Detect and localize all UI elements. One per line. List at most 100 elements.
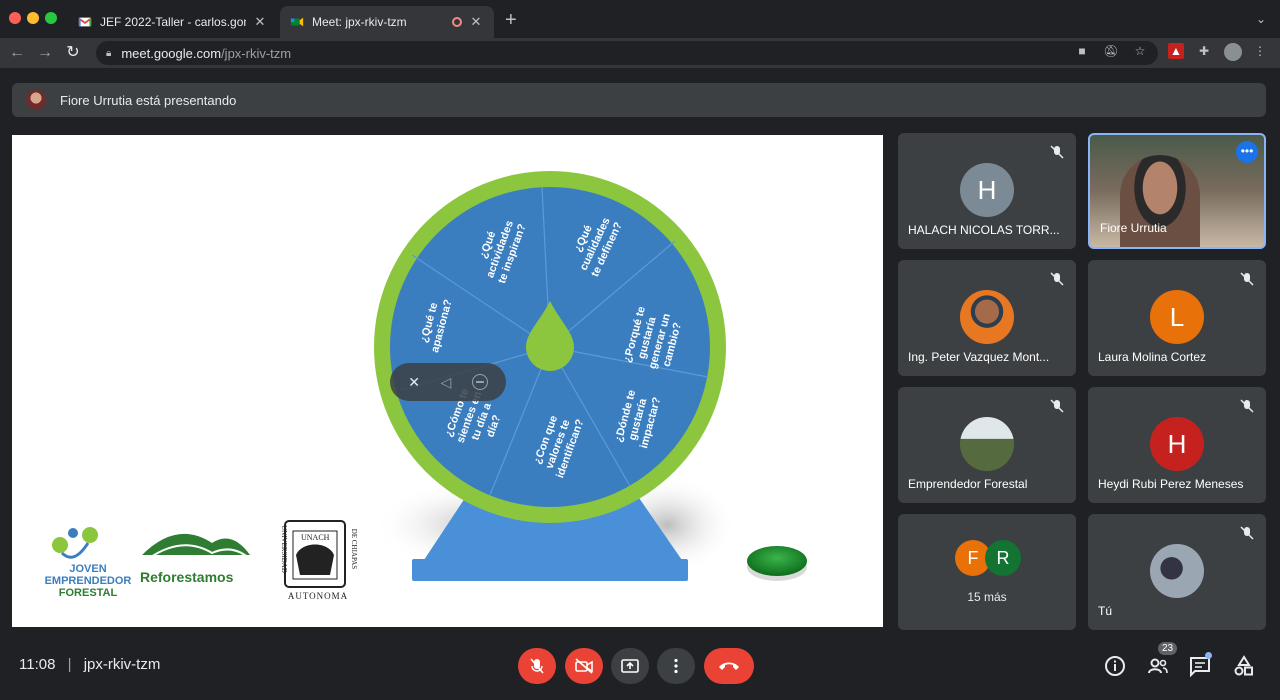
mic-off-icon[interactable]: ✕: [408, 374, 420, 391]
presenting-text: Fiore Urrutia está presentando: [60, 92, 237, 108]
tab-search-icon[interactable]: ⌄: [1256, 12, 1266, 26]
mic-off-icon: [1240, 272, 1254, 286]
present-icon: [621, 659, 639, 673]
window-maximize-button[interactable]: [45, 12, 57, 24]
tab-title: JEF 2022-Taller - carlos.gonzalez: [100, 15, 246, 29]
avatar: H: [1150, 417, 1204, 471]
activities-icon[interactable]: [1232, 654, 1256, 678]
participant-name: Heydi Rubi Perez Meneses: [1098, 477, 1244, 491]
address-bar[interactable]: 🔒︎ meet.google.com /jpx-rkiv-tzm: [96, 41, 1158, 65]
toggle-mic-button[interactable]: [518, 648, 556, 684]
self-tile[interactable]: Tú: [1088, 514, 1266, 630]
meeting-details-icon[interactable]: [1103, 654, 1127, 678]
camera-permission-icon[interactable]: ■: [1074, 43, 1090, 59]
forward-icon[interactable]: →: [35, 43, 55, 63]
unach-right-text: DE CHIAPAS: [350, 528, 358, 570]
new-tab-button[interactable]: +: [505, 10, 517, 30]
presenting-banner: Fiore Urrutia está presentando: [12, 83, 1266, 117]
recording-icon: [452, 17, 462, 27]
avatar: L: [1150, 290, 1204, 344]
participant-tile-active-speaker[interactable]: ••• Fiore Urrutia: [1088, 133, 1266, 249]
avatar: [960, 417, 1014, 471]
leave-call-button[interactable]: [704, 648, 754, 684]
participant-name: Tú: [1098, 604, 1113, 618]
wheel-base: [412, 559, 688, 581]
profile-avatar[interactable]: [1224, 43, 1242, 61]
participant-tile[interactable]: L Laura Molina Cortez: [1088, 260, 1266, 376]
meeting-info: 11:08 | jpx-rkiv-tzm: [19, 656, 160, 673]
gmail-icon: [78, 17, 92, 27]
separator: |: [67, 656, 72, 673]
unach-seal-logo: [284, 520, 346, 588]
more-count: 15 más: [967, 590, 1007, 604]
browser-tab-strip: JEF 2022-Taller - carlos.gonzalez ✕ Meet…: [0, 0, 1280, 38]
jef-logo-graphic: [52, 527, 98, 559]
participant-name: Laura Molina Cortez: [1098, 350, 1207, 364]
reforestamos-logo-graphic: [142, 533, 253, 562]
avatar: H: [960, 163, 1014, 217]
window-minimize-button[interactable]: [27, 12, 39, 24]
audio-off-icon[interactable]: ◁: [440, 374, 451, 391]
presenter-overlay-controls: ✕ ◁: [390, 363, 506, 401]
people-count-badge: 23: [1158, 642, 1178, 655]
jef-logo-text: JOVEN EMPRENDEDOR FORESTAL: [38, 563, 138, 599]
jef-line: FORESTAL: [58, 587, 118, 599]
remove-icon[interactable]: [471, 374, 488, 390]
participant-name: Emprendedor Forestal: [908, 477, 1028, 491]
participant-name: HALACH NICOLAS TORR...: [908, 223, 1060, 237]
unach-top-text: UNACH: [301, 533, 330, 542]
unach-bottom-text: AUTONOMA: [287, 591, 349, 601]
unach-left-text: UNIVERSIDAD: [280, 525, 288, 573]
mic-off-icon: [1050, 399, 1064, 413]
present-screen-button[interactable]: [611, 648, 649, 684]
back-icon[interactable]: ←: [7, 43, 27, 63]
reload-icon[interactable]: ↻: [63, 43, 83, 63]
extensions-puzzle-icon[interactable]: ✚: [1196, 43, 1212, 59]
meet-icon: [290, 17, 304, 27]
participant-tile[interactable]: H HALACH NICOLAS TORR...: [898, 133, 1076, 249]
extension-icon[interactable]: ▲: [1168, 43, 1184, 59]
spin-button[interactable]: [747, 546, 807, 576]
meeting-controls-bar: 11:08 | jpx-rkiv-tzm 23: [0, 636, 1280, 700]
notifications-off-icon[interactable]: 🔕︎: [1103, 43, 1119, 59]
lock-icon: 🔒︎: [106, 47, 112, 59]
people-icon[interactable]: [1146, 654, 1170, 678]
window-close-button[interactable]: [9, 12, 21, 24]
more-vert-icon: [674, 658, 678, 674]
avatar: [960, 290, 1014, 344]
mic-off-icon: [1240, 399, 1254, 413]
toggle-camera-button[interactable]: [565, 648, 603, 684]
presentation-slide: ¿Quéactividadeste inspiran? ¿Quécualidad…: [12, 135, 883, 627]
participant-name: Fiore Urrutia: [1100, 221, 1167, 235]
url-path: /jpx-rkiv-tzm: [221, 45, 292, 61]
mic-off-icon: [1240, 526, 1254, 540]
reforestamos-logo-text: Reforestamos: [140, 569, 234, 585]
avatar: R: [985, 540, 1021, 576]
chat-notification-dot: [1205, 652, 1212, 659]
close-tab-icon[interactable]: ✕: [468, 14, 484, 30]
participant-tile[interactable]: Emprendedor Forestal: [898, 387, 1076, 503]
mic-off-icon: [1050, 272, 1064, 286]
mic-off-icon: [1050, 145, 1064, 159]
more-options-button[interactable]: •••: [1236, 141, 1258, 163]
camera-off-icon: [575, 658, 593, 674]
tab-meet[interactable]: Meet: jpx-rkiv-tzm ✕: [280, 6, 494, 38]
more-options-button[interactable]: [657, 648, 695, 684]
more-participants-tile[interactable]: F R 15 más: [898, 514, 1076, 630]
close-tab-icon[interactable]: ✕: [252, 14, 268, 30]
browser-menu-icon[interactable]: ⋮: [1252, 43, 1268, 59]
tab-gmail[interactable]: JEF 2022-Taller - carlos.gonzalez ✕: [68, 6, 278, 38]
participant-tile[interactable]: Ing. Peter Vazquez Mont...: [898, 260, 1076, 376]
avatar: [1150, 544, 1204, 598]
jef-line: JOVEN: [69, 563, 107, 575]
clock-time: 11:08: [19, 656, 56, 673]
participant-tile[interactable]: H Heydi Rubi Perez Meneses: [1088, 387, 1266, 503]
url-domain: meet.google.com: [121, 45, 222, 61]
avatar: [26, 90, 46, 110]
hang-up-icon: [719, 662, 739, 670]
meeting-code: jpx-rkiv-tzm: [83, 656, 161, 673]
bookmark-star-icon[interactable]: ☆: [1132, 43, 1148, 59]
tab-title: Meet: jpx-rkiv-tzm: [312, 15, 407, 29]
mic-off-icon: [530, 658, 544, 674]
browser-toolbar: ← → ↻ 🔒︎ meet.google.com /jpx-rkiv-tzm ■…: [0, 38, 1280, 68]
